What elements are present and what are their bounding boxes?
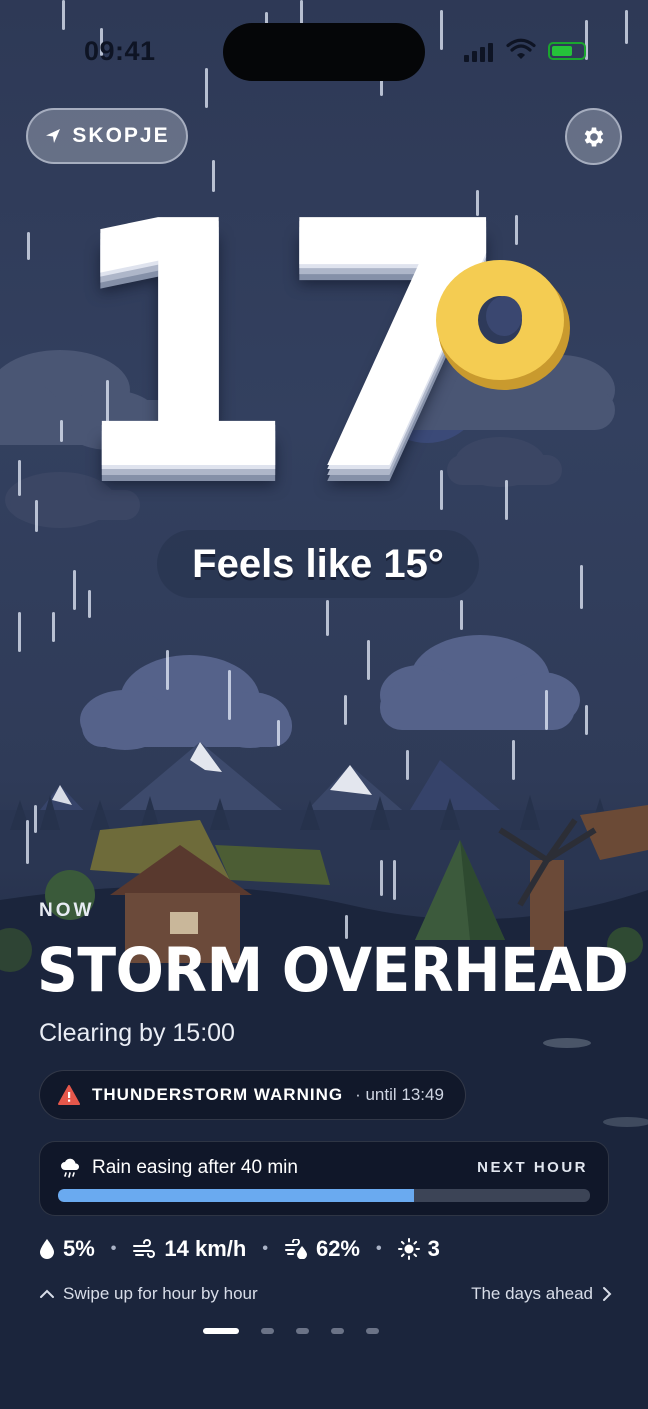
rain-streak <box>625 10 628 44</box>
swipe-hint[interactable]: Swipe up for hour by hour <box>39 1284 258 1304</box>
rain-streak <box>228 670 231 720</box>
rain-streak <box>580 565 583 609</box>
warning-triangle-icon <box>58 1085 80 1105</box>
next-hour-card[interactable]: Rain easing after 40 min NEXT HOUR <box>39 1141 609 1216</box>
wind-icon <box>133 1239 156 1258</box>
swipe-hint-label: Swipe up for hour by hour <box>63 1284 258 1303</box>
wind-value: 14 km/h <box>164 1236 247 1261</box>
next-hour-label: NEXT HOUR <box>477 1159 588 1176</box>
status-time: 09:41 <box>84 36 156 66</box>
raindrop-icon <box>40 1239 54 1259</box>
stats-row: 5% • 14 km/h • 62% • 3 <box>39 1236 440 1262</box>
sun-icon <box>397 1238 420 1260</box>
gear-icon <box>584 126 603 147</box>
uv-stat: 3 <box>397 1236 440 1262</box>
page-dot[interactable] <box>366 1328 379 1334</box>
rain-streak <box>505 480 508 520</box>
days-ahead-label: The days ahead <box>471 1284 593 1303</box>
wind-stat: 14 km/h <box>132 1236 246 1262</box>
rain-streak <box>367 640 370 680</box>
warning-until: · until 13:49 <box>355 1085 444 1104</box>
rain-streak <box>393 860 396 900</box>
humidity-icon <box>284 1239 307 1259</box>
chevron-up-icon <box>40 1289 54 1298</box>
rain-streak <box>326 600 329 636</box>
now-label: NOW <box>39 900 95 921</box>
separator-dot: • <box>110 1240 117 1257</box>
rain-streak <box>406 750 409 780</box>
rain-streak <box>34 805 37 833</box>
rain-streak <box>344 695 347 725</box>
chevron-right-icon <box>603 1287 612 1301</box>
precipitation-stat: 5% <box>39 1236 95 1262</box>
rain-streak <box>515 215 518 245</box>
separator-dot: • <box>376 1240 382 1257</box>
rain-streak <box>460 600 463 630</box>
uv-value: 3 <box>427 1236 440 1261</box>
rain-streak <box>18 460 21 496</box>
rain-streak <box>300 0 303 24</box>
page-dot[interactable] <box>331 1328 344 1334</box>
page-dot[interactable] <box>261 1328 274 1334</box>
rain-streak <box>277 720 280 746</box>
condition-subline: Clearing by 15:00 <box>39 1019 235 1047</box>
rain-streak <box>440 10 443 50</box>
cellular-signal-icon <box>464 42 494 62</box>
rain-streak <box>18 612 21 652</box>
rain-streak <box>585 705 588 735</box>
page-indicator[interactable] <box>203 1328 379 1334</box>
next-hour-summary: Rain easing after 40 min <box>92 1157 298 1178</box>
dynamic-island <box>223 23 425 81</box>
separator-dot: • <box>262 1240 268 1257</box>
humidity-value: 62% <box>315 1236 360 1261</box>
page-dot[interactable] <box>203 1328 239 1334</box>
page-dot[interactable] <box>296 1328 309 1334</box>
rain-streak <box>26 820 29 864</box>
weather-screen: 09:41 SKOPJE 17 Feels like 15° NOW STORM… <box>0 0 648 1409</box>
next-hour-progress-fill <box>58 1189 415 1202</box>
rain-streak <box>73 570 76 610</box>
precipitation-value: 5% <box>63 1236 95 1261</box>
cloud-rain-icon <box>61 1158 80 1178</box>
rain-streak <box>380 860 383 896</box>
rain-streak <box>88 590 91 618</box>
degree-symbol <box>436 260 570 390</box>
days-ahead-link[interactable]: The days ahead <box>471 1284 613 1304</box>
battery-icon <box>548 42 586 60</box>
condition-headline: STORM OVERHEAD <box>37 935 629 1006</box>
rain-streak <box>35 500 38 532</box>
thunderstorm-warning-pill[interactable]: THUNDERSTORM WARNING · until 13:49 <box>39 1070 466 1120</box>
rain-streak <box>166 650 169 690</box>
feels-like-pill: Feels like 15° <box>157 530 479 598</box>
wifi-icon <box>506 38 536 59</box>
location-arrow-icon <box>46 129 61 143</box>
rain-streak <box>545 690 548 730</box>
rain-streak <box>52 612 55 642</box>
rain-streak <box>205 68 208 108</box>
location-label: SKOPJE <box>72 124 170 147</box>
next-hour-progress-bar <box>58 1189 590 1202</box>
warning-title: THUNDERSTORM WARNING <box>92 1085 344 1104</box>
humidity-stat: 62% <box>284 1236 360 1262</box>
rain-streak <box>512 740 515 780</box>
rain-streak <box>62 0 65 30</box>
rain-streak <box>27 232 30 260</box>
settings-button[interactable] <box>565 108 622 165</box>
